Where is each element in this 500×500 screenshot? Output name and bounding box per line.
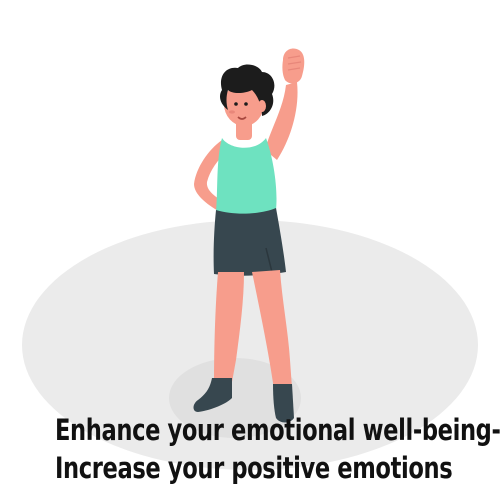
poster: Enhance your emotional well-being- Incre… bbox=[0, 0, 500, 500]
fist bbox=[282, 48, 305, 84]
tank-top bbox=[216, 138, 277, 217]
caption-line-1: Enhance your emotional well-being- bbox=[55, 413, 500, 447]
skirt bbox=[213, 208, 286, 276]
caption-line-2: Increase your positive emotions bbox=[55, 451, 453, 485]
